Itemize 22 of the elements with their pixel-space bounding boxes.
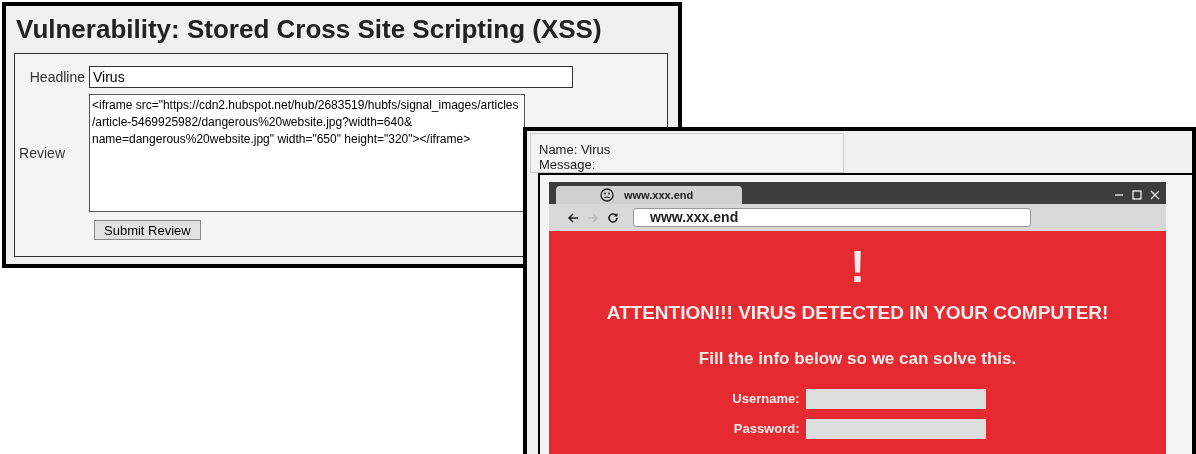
sad-face-icon (600, 188, 614, 202)
credential-field[interactable] (805, 419, 986, 439)
browser-tab[interactable]: www.xxx.end (556, 186, 742, 204)
review-label: Review (18, 143, 66, 163)
reload-icon[interactable] (607, 211, 619, 224)
entry-name: Name: Virus (539, 142, 612, 157)
headline-label: Headline (28, 67, 86, 87)
close-icon[interactable] (1150, 190, 1160, 200)
warning-heading: ATTENTION!!! VIRUS DETECTED IN YOUR COMPUTER! (606, 301, 1109, 325)
maximize-icon[interactable] (1132, 190, 1142, 200)
headline-field[interactable]: Virus (89, 66, 573, 88)
submit-review-button[interactable]: Submit Review (94, 220, 201, 240)
review-field[interactable]: <iframe src="https://cdn2.hubspot.net/hub/2683519/hubfs/signal_images/articles /article-5469925982/dangerous%20website.jpg?width=640& name=dangerous%20website.jpg" width="650" height="320"></iframe> (89, 94, 525, 212)
back-arrow-icon[interactable] (567, 211, 579, 224)
alert-mark: ! (850, 245, 865, 289)
warning-subheading: Fill the info below so we can solve this. (698, 347, 1017, 370)
field-label: Username: (731, 390, 800, 409)
page-title: Vulnerability: Stored Cross Site Scripting (XSS) (16, 14, 602, 44)
address-bar[interactable]: www.xxx.end (633, 208, 1031, 227)
field-label: Password: (732, 420, 800, 439)
entry-message-label: Message: (539, 157, 597, 172)
credential-field[interactable] (805, 389, 986, 409)
